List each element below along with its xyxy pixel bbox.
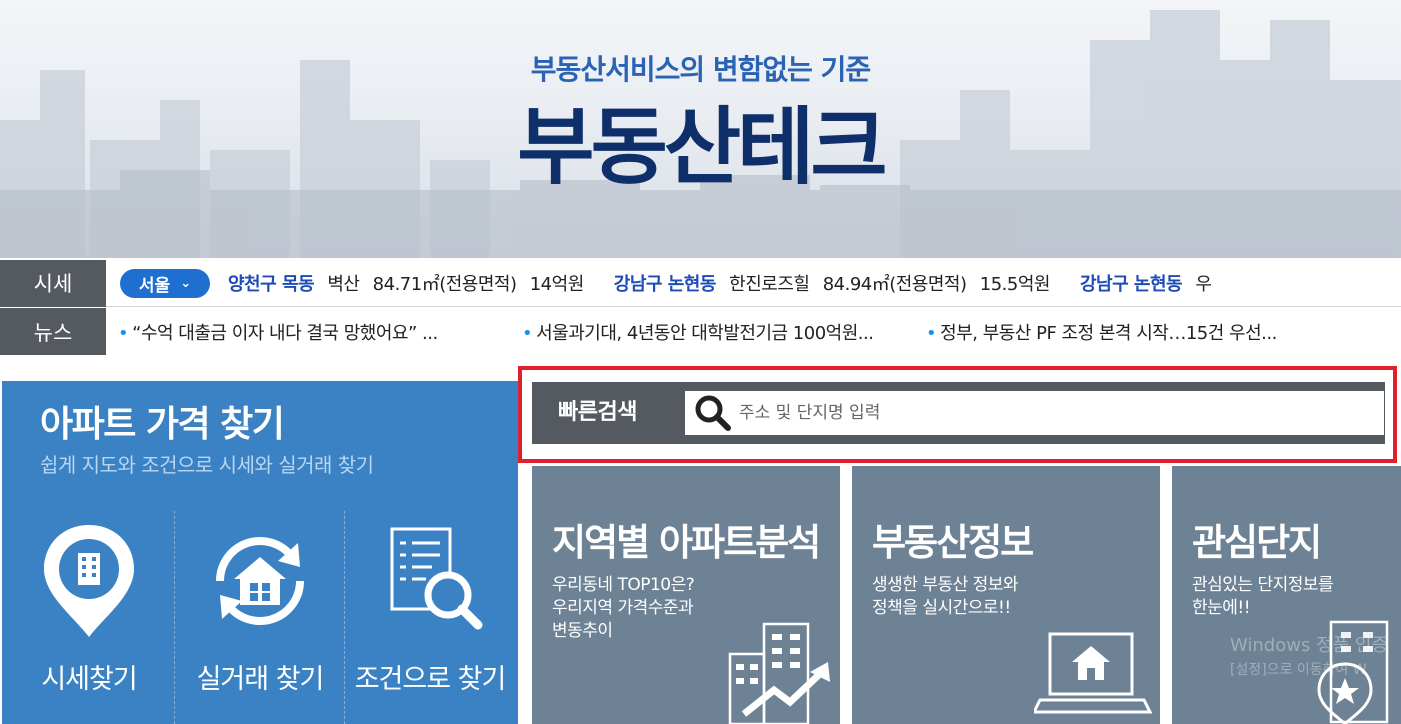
house-refresh-icon (175, 521, 345, 641)
search-input[interactable] (739, 403, 1339, 423)
apt-panel-subtitle: 쉽게 지도와 조건으로 시세와 실거래 찾기 (40, 453, 374, 477)
quote-item[interactable]: 강남구 논현동 우 (1079, 270, 1212, 296)
document-search-icon (345, 521, 515, 641)
card-desc-line: 생생한 부동산 정보와 (872, 575, 1019, 595)
card-title: 지역별 아파트분석 (552, 521, 821, 564)
quote-area: 양천구 목동 (228, 274, 315, 295)
quick-search-bar: 빠른검색 (532, 382, 1385, 444)
card-regional-analysis[interactable]: 지역별 아파트분석 우리동네 TOP10은? 우리지역 가격수준과 변동추이 (532, 466, 840, 724)
search-field[interactable] (685, 391, 1384, 435)
apt-price-panel: 아파트 가격 찾기 쉽게 지도와 조건으로 시세와 실거래 찾기 시세찾기 실거… (2, 381, 518, 724)
os-activation-watermark: Windows 정품 인증 [설정]으로 이동하여 W (1230, 634, 1388, 682)
card-desc-line: 우리동네 TOP10은? (552, 575, 695, 595)
quote-area: 강남구 논현동 (1079, 274, 1183, 295)
quote-size: 84.71㎡(전용면적) (372, 274, 517, 295)
card-favorite-complexes[interactable]: 관심단지 관심있는 단지정보를 한눈에!! (1172, 466, 1401, 724)
map-pin-building-icon (4, 521, 174, 641)
quote-price: 14억원 (529, 274, 585, 295)
quick-search-highlight: 빠른검색 (518, 366, 1397, 463)
card-desc-line: 정책을 실시간으로!! (872, 598, 1011, 618)
watermark-line: Windows 정품 인증 (1230, 635, 1389, 656)
tool-price-search[interactable]: 시세찾기 (4, 511, 174, 724)
quote-complex: 우 (1195, 274, 1212, 295)
news-ticker: 뉴스 “수억 대출금 이자 내다 결국 망했어요” ... 서울과기대, 4년동… (0, 308, 1401, 355)
news-item[interactable]: “수억 대출금 이자 내다 결국 망했어요” ... (118, 319, 522, 345)
card-description: 생생한 부동산 정보와 정책을 실시간으로!! (872, 574, 1132, 620)
news-item[interactable]: 정부, 부동산 PF 조정 본격 시작…15건 우선... (926, 319, 1330, 345)
quote-complex: 한진로즈힐 (729, 274, 810, 295)
chevron-down-icon: ⌄ (180, 275, 192, 291)
quote-strip: 양천구 목동 벽산 84.71㎡(전용면적) 14억원 강남구 논현동 한진로즈… (228, 270, 1401, 296)
tool-label: 실거래 찾기 (196, 664, 325, 695)
quote-size: 84.94㎡(전용면적) (822, 274, 967, 295)
building-chart-icon (728, 622, 830, 724)
tool-label: 조건으로 찾기 (354, 664, 507, 695)
search-icon[interactable] (693, 393, 733, 433)
hero-title: 부동산테크 (517, 98, 887, 196)
tool-transaction-search[interactable]: 실거래 찾기 (174, 511, 344, 724)
quote-item[interactable]: 양천구 목동 벽산 84.71㎡(전용면적) 14억원 (228, 270, 584, 296)
watermark-line: [설정]으로 이동하여 W (1230, 662, 1367, 678)
quote-item[interactable]: 강남구 논현동 한진로즈힐 84.94㎡(전용면적) 15.5억원 (613, 270, 1051, 296)
tool-label: 시세찾기 (41, 664, 137, 695)
quote-area: 강남구 논현동 (613, 274, 717, 295)
card-title: 부동산정보 (872, 521, 1034, 564)
card-desc-line: 관심있는 단지정보를 (1192, 575, 1334, 595)
hero-banner: 부동산서비스의 변함없는 기준 부동산테크 (0, 0, 1401, 258)
tool-condition-search[interactable]: 조건으로 찾기 (344, 511, 514, 724)
card-real-estate-info[interactable]: 부동산정보 생생한 부동산 정보와 정책을 실시간으로!! (852, 466, 1160, 724)
news-label: 뉴스 (0, 308, 106, 355)
region-select-value: 서울 (138, 275, 171, 296)
quick-search-label: 빠른검색 (558, 400, 637, 425)
news-item[interactable]: 서울과기대, 4년동안 대학발전기금 100억원... (522, 319, 926, 345)
region-select[interactable]: 서울 ⌄ (120, 268, 210, 298)
news-strip: “수억 대출금 이자 내다 결국 망했어요” ... 서울과기대, 4년동안 대… (118, 319, 1401, 345)
laptop-house-icon (1034, 632, 1153, 714)
quote-ticker: 시세 서울 ⌄ 양천구 목동 벽산 84.71㎡(전용면적) 14억원 강남구 … (0, 259, 1401, 307)
card-title: 관심단지 (1192, 521, 1322, 564)
quote-complex: 벽산 (327, 274, 360, 295)
apt-panel-title: 아파트 가격 찾기 (40, 404, 285, 445)
quote-label: 시세 (0, 259, 106, 307)
quote-price: 15.5억원 (979, 274, 1051, 295)
